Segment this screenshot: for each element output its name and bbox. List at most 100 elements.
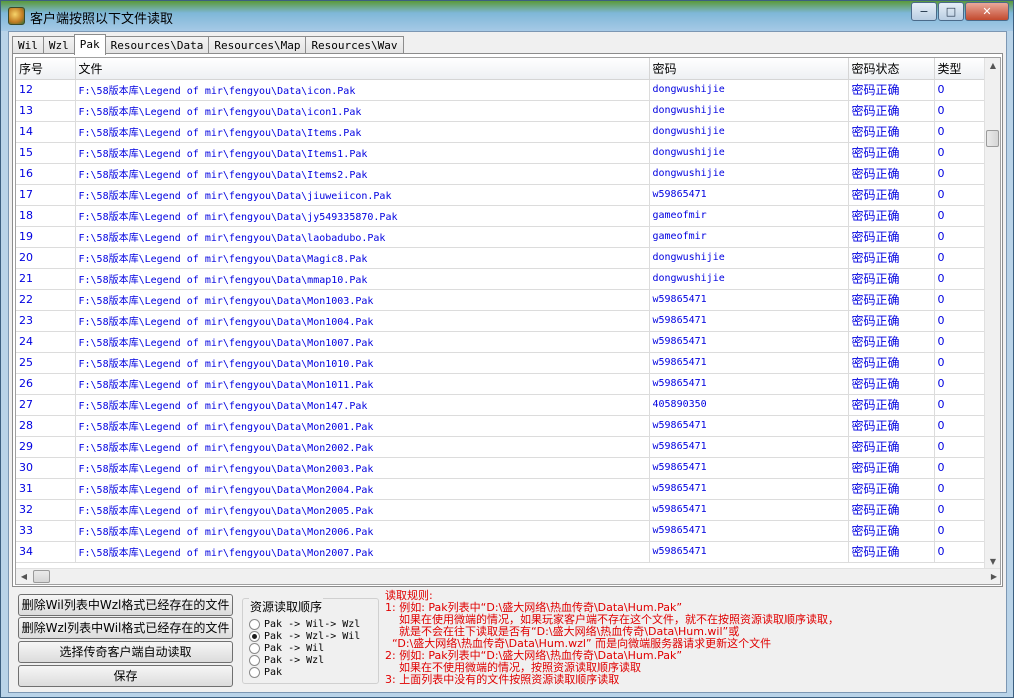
scroll-left-icon[interactable]: ◀: [16, 569, 32, 584]
row-password-status: 密码正确: [848, 331, 935, 353]
table-row[interactable]: 31 F:\58版本库\Legend of mir\fengyou\Data\Mo…: [16, 478, 989, 500]
row-password-status: 密码正确: [848, 394, 935, 416]
row-password: w59865471: [649, 331, 849, 353]
table-row[interactable]: 26 F:\58版本库\Legend of mir\fengyou\Data\Mo…: [16, 373, 989, 395]
column-header[interactable]: 序号: [16, 58, 76, 80]
read-order-option-label: Pak -> Wil: [264, 642, 325, 654]
delete-wil-duplicates-button[interactable]: 删除Wil列表中Wzl格式已经存在的文件: [18, 594, 233, 616]
column-header[interactable]: 密码状态: [848, 58, 935, 80]
table-row[interactable]: 13 F:\58版本库\Legend of mir\fengyou\Data\ic…: [16, 100, 989, 122]
scroll-right-icon[interactable]: ▶: [986, 569, 1000, 584]
row-index: 17: [16, 184, 76, 206]
row-password: dongwushijie: [649, 121, 849, 143]
save-button[interactable]: 保存: [18, 665, 233, 687]
tab-resources-map[interactable]: Resources\Map: [208, 36, 307, 54]
row-file-path: F:\58版本库\Legend of mir\fengyou\Data\Mon2…: [75, 520, 650, 542]
read-order-option-label: Pak: [264, 666, 283, 678]
row-file-path: F:\58版本库\Legend of mir\fengyou\Data\Mon1…: [75, 352, 650, 374]
horizontal-scroll-thumb[interactable]: [33, 570, 50, 583]
row-index: 22: [16, 289, 76, 311]
row-password-status: 密码正确: [848, 520, 935, 542]
row-type: 0: [934, 184, 989, 206]
row-file-path: F:\58版本库\Legend of mir\fengyou\Data\Item…: [75, 163, 650, 185]
table-row[interactable]: 20 F:\58版本库\Legend of mir\fengyou\Data\Ma…: [16, 247, 989, 269]
read-order-option[interactable]: Pak -> Wil: [249, 642, 324, 654]
row-password-status: 密码正确: [848, 226, 935, 248]
delete-wzl-duplicates-button[interactable]: 删除Wzl列表中Wil格式已经存在的文件: [18, 617, 233, 639]
row-password: w59865471: [649, 436, 849, 458]
table-row[interactable]: 25 F:\58版本库\Legend of mir\fengyou\Data\Mo…: [16, 352, 989, 374]
row-password: dongwushijie: [649, 79, 849, 101]
table-row[interactable]: 34 F:\58版本库\Legend of mir\fengyou\Data\Mo…: [16, 541, 989, 563]
read-order-option[interactable]: Pak: [249, 666, 282, 678]
row-file-path: F:\58版本库\Legend of mir\fengyou\Data\Item…: [75, 121, 650, 143]
row-password-status: 密码正确: [848, 541, 935, 563]
table-row[interactable]: 33 F:\58版本库\Legend of mir\fengyou\Data\Mo…: [16, 520, 989, 542]
radio-button[interactable]: [249, 642, 260, 654]
radio-button[interactable]: [249, 666, 260, 678]
row-password: w59865471: [649, 373, 849, 395]
read-order-option[interactable]: Pak -> Wzl: [249, 654, 324, 666]
radio-button[interactable]: [249, 618, 260, 630]
app-window: 客户端按照以下文件读取 − □ ✕ Wil Wzl Pak Resources\Dat…: [0, 0, 1014, 698]
table-row[interactable]: 21 F:\58版本库\Legend of mir\fengyou\Data\mm…: [16, 268, 989, 290]
table-row[interactable]: 32 F:\58版本库\Legend of mir\fengyou\Data\Mo…: [16, 499, 989, 521]
row-file-path: F:\58版本库\Legend of mir\fengyou\Data\Mon2…: [75, 478, 650, 500]
close-button[interactable]: ✕: [965, 2, 1009, 21]
row-type: 0: [934, 121, 989, 143]
table-row[interactable]: 12 F:\58版本库\Legend of mir\fengyou\Data\ic…: [16, 79, 989, 101]
table-row[interactable]: 17 F:\58版本库\Legend of mir\fengyou\Data\ji…: [16, 184, 989, 206]
table-row[interactable]: 28 F:\58版本库\Legend of mir\fengyou\Data\Mo…: [16, 415, 989, 437]
vertical-scroll-thumb[interactable]: [986, 130, 999, 147]
table-row[interactable]: 27 F:\58版本库\Legend of mir\fengyou\Data\Mo…: [16, 394, 989, 416]
maximize-button[interactable]: □: [938, 2, 964, 21]
row-type: 0: [934, 499, 989, 521]
row-password-status: 密码正确: [848, 436, 935, 458]
scroll-up-icon[interactable]: ▲: [985, 58, 1000, 74]
vertical-scrollbar[interactable]: ▲ ▼: [984, 58, 1000, 570]
read-order-option[interactable]: Pak -> Wzl-> Wil: [249, 630, 360, 642]
table-row[interactable]: 30 F:\58版本库\Legend of mir\fengyou\Data\Mo…: [16, 457, 989, 479]
radio-button[interactable]: [249, 654, 260, 666]
tab-wil[interactable]: Wil: [12, 36, 44, 54]
row-type: 0: [934, 478, 989, 500]
row-type: 0: [934, 310, 989, 332]
minimize-button[interactable]: −: [911, 2, 937, 21]
tab-resources-data[interactable]: Resources\Data: [104, 36, 210, 54]
column-header[interactable]: 类型: [934, 58, 989, 80]
row-index: 31: [16, 478, 76, 500]
title-bar[interactable]: 客户端按照以下文件读取 − □ ✕: [1, 1, 1013, 31]
row-password-status: 密码正确: [848, 289, 935, 311]
table-row[interactable]: 19 F:\58版本库\Legend of mir\fengyou\Data\la…: [16, 226, 989, 248]
column-header[interactable]: 密码: [649, 58, 849, 80]
table-row[interactable]: 18 F:\58版本库\Legend of mir\fengyou\Data\jy…: [16, 205, 989, 227]
row-index: 34: [16, 541, 76, 563]
row-password-status: 密码正确: [848, 79, 935, 101]
auto-read-client-button[interactable]: 选择传奇客户端自动读取: [18, 641, 233, 663]
table-row[interactable]: 16 F:\58版本库\Legend of mir\fengyou\Data\It…: [16, 163, 989, 185]
row-file-path: F:\58版本库\Legend of mir\fengyou\Data\Mon1…: [75, 394, 650, 416]
row-password-status: 密码正确: [848, 205, 935, 227]
row-password-status: 密码正确: [848, 352, 935, 374]
tab-pak[interactable]: Pak: [73, 34, 106, 55]
table-row[interactable]: 22 F:\58版本库\Legend of mir\fengyou\Data\Mo…: [16, 289, 989, 311]
read-order-option[interactable]: Pak -> Wil-> Wzl: [249, 618, 360, 630]
row-index: 32: [16, 499, 76, 521]
horizontal-scrollbar[interactable]: ◀ ▶: [16, 568, 1000, 584]
row-password: dongwushijie: [649, 100, 849, 122]
row-index: 19: [16, 226, 76, 248]
row-type: 0: [934, 268, 989, 290]
row-password: w59865471: [649, 415, 849, 437]
row-type: 0: [934, 79, 989, 101]
column-header[interactable]: 文件: [75, 58, 650, 80]
read-order-group: 资源读取顺序 Pak -> Wil-> Wzl Pak -> Wzl-> Wil P…: [242, 598, 379, 684]
table-row[interactable]: 24 F:\58版本库\Legend of mir\fengyou\Data\Mo…: [16, 331, 989, 353]
tab-wzl[interactable]: Wzl: [42, 36, 75, 54]
table-row[interactable]: 23 F:\58版本库\Legend of mir\fengyou\Data\Mo…: [16, 310, 989, 332]
tab-resources-wav[interactable]: Resources\Wav: [305, 36, 404, 54]
radio-button[interactable]: [249, 630, 260, 642]
file-grid[interactable]: 序号 文件 密码 密码状态 类型 12 F:\58版本库\Legend of mir\fe…: [15, 57, 1001, 585]
table-row[interactable]: 15 F:\58版本库\Legend of mir\fengyou\Data\It…: [16, 142, 989, 164]
table-row[interactable]: 14 F:\58版本库\Legend of mir\fengyou\Data\It…: [16, 121, 989, 143]
table-row[interactable]: 29 F:\58版本库\Legend of mir\fengyou\Data\Mo…: [16, 436, 989, 458]
